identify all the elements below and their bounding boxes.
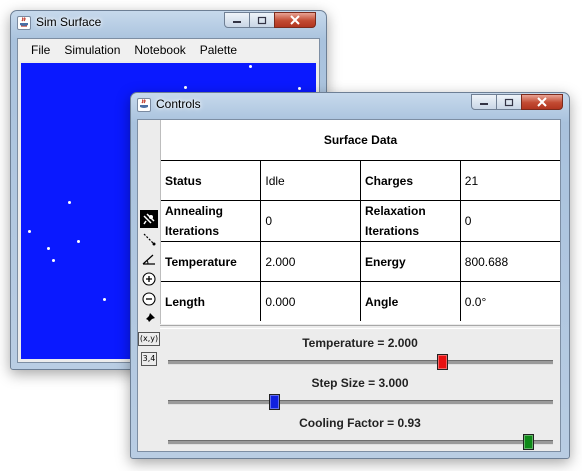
step-size-slider-label: Step Size = 3.000 (311, 376, 409, 390)
charge-point[interactable] (52, 259, 55, 262)
java-app-icon (17, 16, 31, 30)
surface-data-panel: Surface Data Status Idle Charges 21 Anne… (160, 120, 560, 324)
add-charge-tool-button[interactable] (140, 270, 158, 288)
charge-point[interactable] (77, 240, 80, 243)
minimize-icon (233, 21, 241, 23)
table-row: Status Idle Charges 21 (161, 160, 560, 201)
remove-charge-icon (142, 292, 156, 306)
maximize-button[interactable] (249, 12, 275, 28)
status-value: Idle (260, 160, 361, 201)
temperature-slider-label: Temperature = 2.000 (302, 336, 418, 350)
maximize-button[interactable] (496, 94, 522, 110)
controls-window: Controls (x,y) 3,4 Surface Data Status I… (130, 92, 570, 459)
menu-notebook[interactable]: Notebook (127, 43, 192, 57)
minimize-button[interactable] (471, 94, 497, 110)
maximize-icon (257, 16, 267, 24)
temperature-value: 2.000 (260, 241, 361, 282)
charges-label: Charges (359, 160, 461, 201)
charge-point[interactable] (298, 87, 301, 90)
menu-simulation[interactable]: Simulation (57, 43, 127, 57)
menu-file[interactable]: File (24, 43, 57, 57)
status-label: Status (161, 160, 261, 201)
label-tool-button[interactable]: 3,4 (140, 350, 158, 368)
table-row: Annealing Iterations 0 Relaxation Iterat… (161, 200, 560, 242)
table-row: Temperature 2.000 Energy 800.688 (161, 241, 560, 282)
close-icon (537, 97, 547, 107)
label-3-4-icon: 3,4 (140, 352, 158, 366)
annealing-iterations-value: 0 (260, 200, 361, 242)
sim-surface-titlebar[interactable]: Sim Surface (11, 11, 326, 35)
angle-label: Angle (359, 281, 461, 321)
line-tool-button[interactable] (140, 230, 158, 248)
step-size-slider[interactable] (168, 394, 553, 410)
temperature-label: Temperature (161, 241, 261, 282)
menu-palette[interactable]: Palette (193, 43, 244, 57)
menubar: File Simulation Notebook Palette (18, 39, 319, 61)
probe-tool-button[interactable] (140, 210, 158, 228)
controls-client: (x,y) 3,4 Surface Data Status Idle Charg… (137, 119, 561, 452)
line-icon (143, 233, 156, 246)
add-charge-icon (142, 272, 156, 286)
temperature-slider-thumb[interactable] (437, 354, 448, 370)
coordinates-tool-button[interactable]: (x,y) (137, 330, 161, 348)
charge-point[interactable] (68, 201, 71, 204)
pin-tool-button[interactable] (140, 310, 158, 328)
surface-data-title: Surface Data (323, 133, 398, 147)
tool-strip: (x,y) 3,4 (137, 120, 161, 451)
angle-tool-button[interactable] (140, 250, 158, 268)
coordinates-icon: (x,y) (137, 332, 161, 346)
controls-titlebar[interactable]: Controls (131, 93, 569, 117)
panel-divider (160, 325, 560, 329)
charge-point[interactable] (249, 65, 252, 68)
relaxation-iterations-label: Relaxation Iterations (359, 200, 461, 242)
relaxation-iterations-value: 0 (459, 200, 560, 242)
angle-value: 0.0° (459, 281, 560, 321)
charge-point[interactable] (28, 230, 31, 233)
sim-surface-title: Sim Surface (36, 15, 102, 29)
cooling-factor-slider-label: Cooling Factor = 0.93 (299, 416, 421, 430)
cooling-factor-slider[interactable] (168, 434, 553, 450)
close-icon (290, 15, 300, 25)
charge-point[interactable] (103, 298, 106, 301)
charges-value: 21 (459, 160, 560, 201)
temperature-slider[interactable] (168, 354, 553, 370)
annealing-iterations-label: Annealing Iterations (161, 200, 261, 242)
table-row: Length 0.000 Angle 0.0° (161, 281, 560, 321)
charge-point[interactable] (47, 247, 50, 250)
length-label: Length (161, 281, 261, 321)
minimize-button[interactable] (224, 12, 250, 28)
energy-value: 800.688 (459, 241, 560, 282)
length-value: 0.000 (260, 281, 361, 321)
pin-icon (144, 313, 155, 324)
step-size-slider-thumb[interactable] (269, 394, 280, 410)
maximize-icon (504, 98, 514, 106)
close-button[interactable] (521, 94, 563, 110)
java-app-icon (137, 98, 151, 112)
probe-icon (143, 213, 155, 225)
remove-charge-tool-button[interactable] (140, 290, 158, 308)
minimize-icon (480, 103, 488, 105)
cooling-factor-slider-thumb[interactable] (523, 434, 534, 450)
charge-point[interactable] (184, 86, 187, 89)
surface-data-table: Status Idle Charges 21 Annealing Iterati… (161, 160, 560, 321)
angle-icon (142, 254, 155, 265)
energy-label: Energy (359, 241, 461, 282)
close-button[interactable] (274, 12, 316, 28)
controls-title: Controls (156, 97, 201, 111)
